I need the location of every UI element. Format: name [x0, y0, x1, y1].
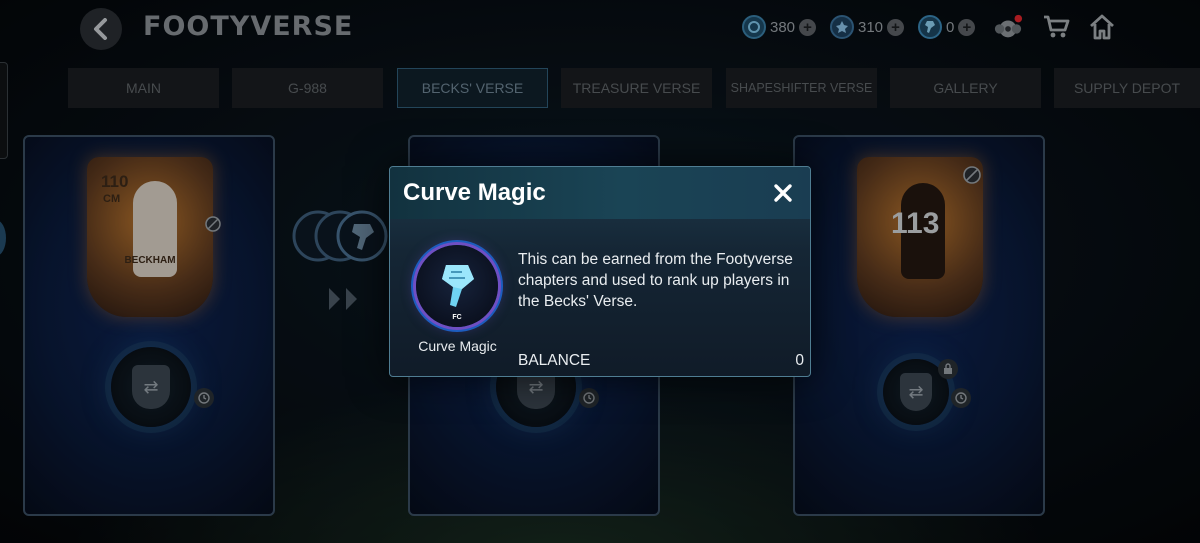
balance-value: 0: [795, 352, 804, 369]
item-info-dialog: Curve Magic FC Curve Magic This can be e…: [389, 166, 811, 377]
dialog-title: Curve Magic: [403, 179, 546, 206]
svg-text:FC: FC: [452, 314, 461, 321]
close-icon: [774, 184, 792, 202]
item-description: This can be earned from the Footyverse c…: [518, 251, 793, 310]
dialog-header: Curve Magic: [390, 167, 810, 219]
close-button[interactable]: [770, 180, 796, 206]
curve-magic-item-icon: FC: [416, 245, 498, 327]
balance-label: BALANCE: [518, 352, 591, 369]
item-label: Curve Magic: [418, 338, 497, 354]
